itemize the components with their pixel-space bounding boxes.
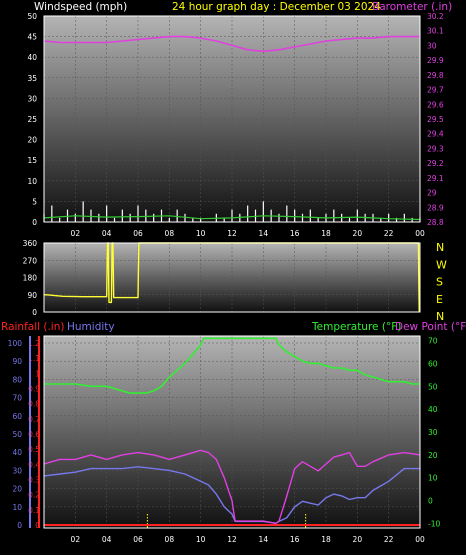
humidity-tick-label: 20 (12, 485, 22, 494)
barometer-tick-label: 29.9 (427, 56, 444, 65)
x-tick-label: 16 (290, 535, 300, 544)
barometer-tick-label: 28.9 (427, 203, 444, 212)
x-tick-label: 12 (227, 535, 237, 544)
temperature-tick-label: -10 (428, 519, 440, 528)
x-tick-label: 14 (259, 229, 269, 238)
x-tick-label: 00 (415, 229, 425, 238)
direction-tick-label: 360 (23, 239, 38, 248)
barometer-tick-label: 29.5 (427, 115, 444, 124)
barometer-tick-label: 30 (427, 41, 437, 50)
x-tick-label: 08 (165, 229, 175, 238)
barometer-tick-label: 29.2 (427, 159, 444, 168)
x-tick-label: 22 (384, 535, 394, 544)
rainfall-label: Rainfall (.in) (1, 321, 64, 333)
temperature-label: Temperature (°F) (311, 321, 401, 333)
barometer-tick-label: 30.1 (427, 27, 444, 36)
x-tick-label: 02 (71, 229, 81, 238)
x-tick-label: 10 (196, 535, 206, 544)
windspeed-tick-label: 30 (27, 94, 37, 103)
x-tick-label: 06 (133, 535, 143, 544)
weather-chart: Windspeed (mph) 24 hour graph day : Dece… (1, 1, 466, 544)
compass-label: N (436, 310, 444, 323)
x-tick-label: 06 (133, 229, 143, 238)
temperature-tick-label: 10 (428, 474, 438, 483)
direction-tick-label: 90 (27, 291, 37, 300)
temperature-tick-label: 40 (428, 405, 438, 414)
barometer-tick-label: 29.4 (427, 130, 444, 139)
windspeed-tick-label: 20 (27, 136, 37, 145)
barometer-tick-label: 29.1 (427, 174, 444, 183)
temperature-tick-label: 20 (428, 451, 438, 460)
barometer-tick-label: 29 (427, 189, 437, 198)
x-tick-label: 02 (71, 535, 81, 544)
barometer-tick-label: 29.7 (427, 86, 444, 95)
windspeed-tick-label: 0 (32, 218, 37, 227)
windspeed-tick-label: 45 (27, 33, 37, 42)
x-tick-label: 08 (165, 535, 175, 544)
humidity-tick-label: 0 (17, 521, 22, 530)
barometer-tick-label: 28.8 (427, 218, 444, 227)
x-tick-label: 14 (259, 535, 269, 544)
temperature-tick-label: 60 (428, 359, 438, 368)
humidity-tick-label: 90 (12, 357, 22, 366)
humidity-tick-label: 40 (12, 448, 22, 457)
x-tick-label: 22 (384, 229, 394, 238)
direction-tick-label: 270 (23, 256, 38, 265)
x-tick-label: 12 (227, 229, 237, 238)
humidity-label: Humidity (67, 321, 115, 333)
x-tick-label: 04 (102, 535, 112, 544)
temperature-tick-label: 30 (428, 428, 438, 437)
x-tick-label: 18 (321, 229, 331, 238)
windspeed-tick-label: 5 (32, 197, 37, 206)
barometer-tick-label: 30.2 (427, 12, 444, 21)
windspeed-label: Windspeed (mph) (34, 1, 127, 13)
temperature-tick-label: 50 (428, 382, 438, 391)
chart-title: 24 hour graph day : December 03 2024 (172, 1, 381, 13)
windspeed-tick-label: 10 (27, 177, 37, 186)
barometer-tick-label: 29.8 (427, 71, 444, 80)
windspeed-tick-label: 25 (27, 115, 37, 124)
humidity-tick-label: 30 (12, 466, 22, 475)
x-tick-label: 10 (196, 229, 206, 238)
x-tick-label: 20 (353, 535, 363, 544)
windspeed-tick-label: 40 (27, 53, 37, 62)
compass-label: W (436, 258, 447, 271)
x-tick-label: 20 (353, 229, 363, 238)
humidity-tick-label: 60 (12, 412, 22, 421)
windspeed-tick-label: 15 (27, 156, 37, 165)
direction-tick-label: 180 (23, 274, 38, 283)
x-tick-label: 18 (321, 535, 331, 544)
barometer-tick-label: 29.3 (427, 144, 444, 153)
compass-label: S (436, 276, 443, 289)
temperature-tick-label: 0 (428, 497, 433, 506)
compass-label: E (436, 293, 443, 306)
barometer-tick-label: 29.6 (427, 100, 444, 109)
x-tick-label: 04 (102, 229, 112, 238)
dew-point-label: Dew Point (°F) (395, 321, 466, 333)
humidity-tick-label: 100 (8, 339, 23, 348)
direction-tick-label: 0 (32, 308, 37, 317)
compass-label: N (436, 241, 444, 254)
temperature-tick-label: 70 (428, 337, 438, 346)
humidity-tick-label: 10 (12, 503, 22, 512)
windspeed-tick-label: 50 (27, 12, 37, 21)
humidity-tick-label: 80 (12, 375, 22, 384)
windspeed-tick-label: 35 (27, 74, 37, 83)
humidity-tick-label: 70 (12, 394, 22, 403)
humidity-tick-label: 50 (12, 430, 22, 439)
x-tick-label: 00 (415, 535, 425, 544)
x-tick-label: 16 (290, 229, 300, 238)
